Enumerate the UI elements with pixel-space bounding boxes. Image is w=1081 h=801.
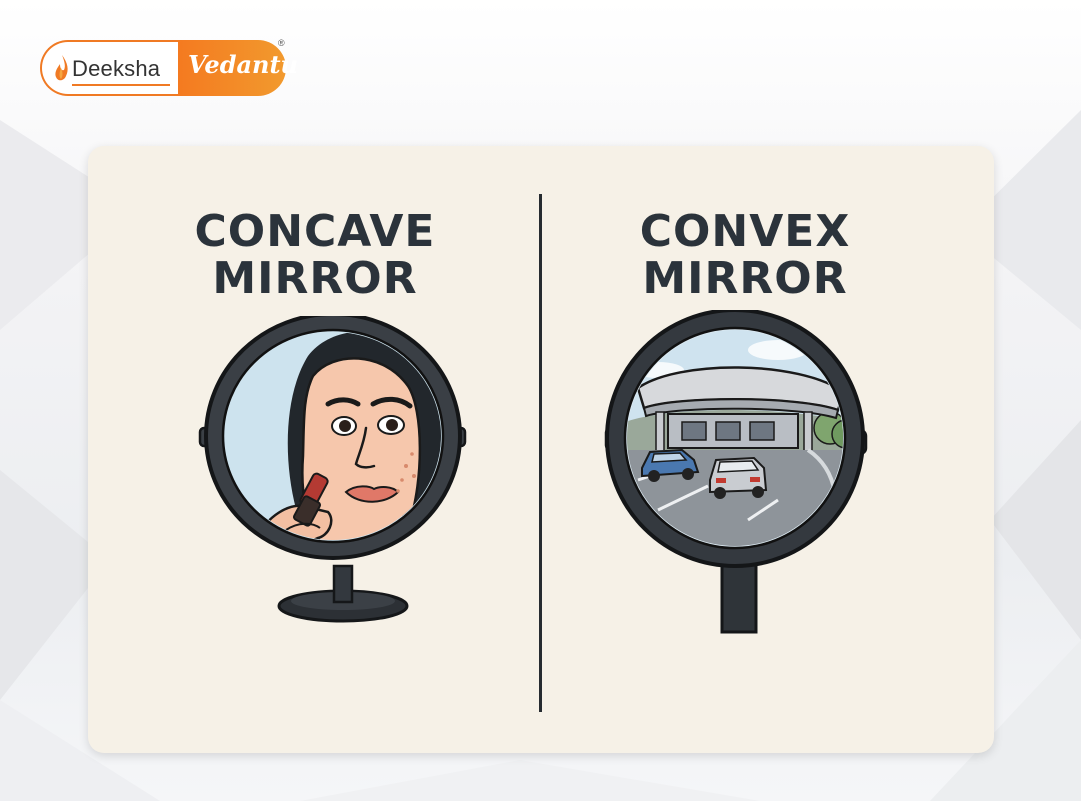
convex-mirror-title: CONVEX MIRROR	[565, 208, 925, 302]
title-line: CONCAVE	[194, 206, 436, 257]
title-line: MIRROR	[212, 253, 418, 304]
concave-mirror-title: CONCAVE MIRROR	[135, 208, 495, 302]
convex-mirror-illustration	[604, 310, 868, 634]
panel-divider	[539, 194, 542, 712]
brand-logo: Deeksha Vedantu	[40, 40, 298, 100]
logo-right-segment: Vedantu	[178, 40, 298, 96]
comparison-card: CONCAVE MIRROR CONVEX MIRROR	[88, 146, 994, 753]
concave-mirror-illustration	[198, 316, 467, 623]
logo-underline	[72, 84, 170, 86]
registered-mark: ®	[278, 38, 285, 48]
title-line: CONVEX	[639, 206, 851, 257]
logo-deeksha-text: Deeksha	[72, 56, 161, 81]
logo-vedantu-text: Vedantu	[188, 50, 299, 79]
flame-icon	[55, 55, 68, 81]
logo-left-segment: Deeksha	[40, 40, 180, 96]
title-line: MIRROR	[642, 253, 848, 304]
